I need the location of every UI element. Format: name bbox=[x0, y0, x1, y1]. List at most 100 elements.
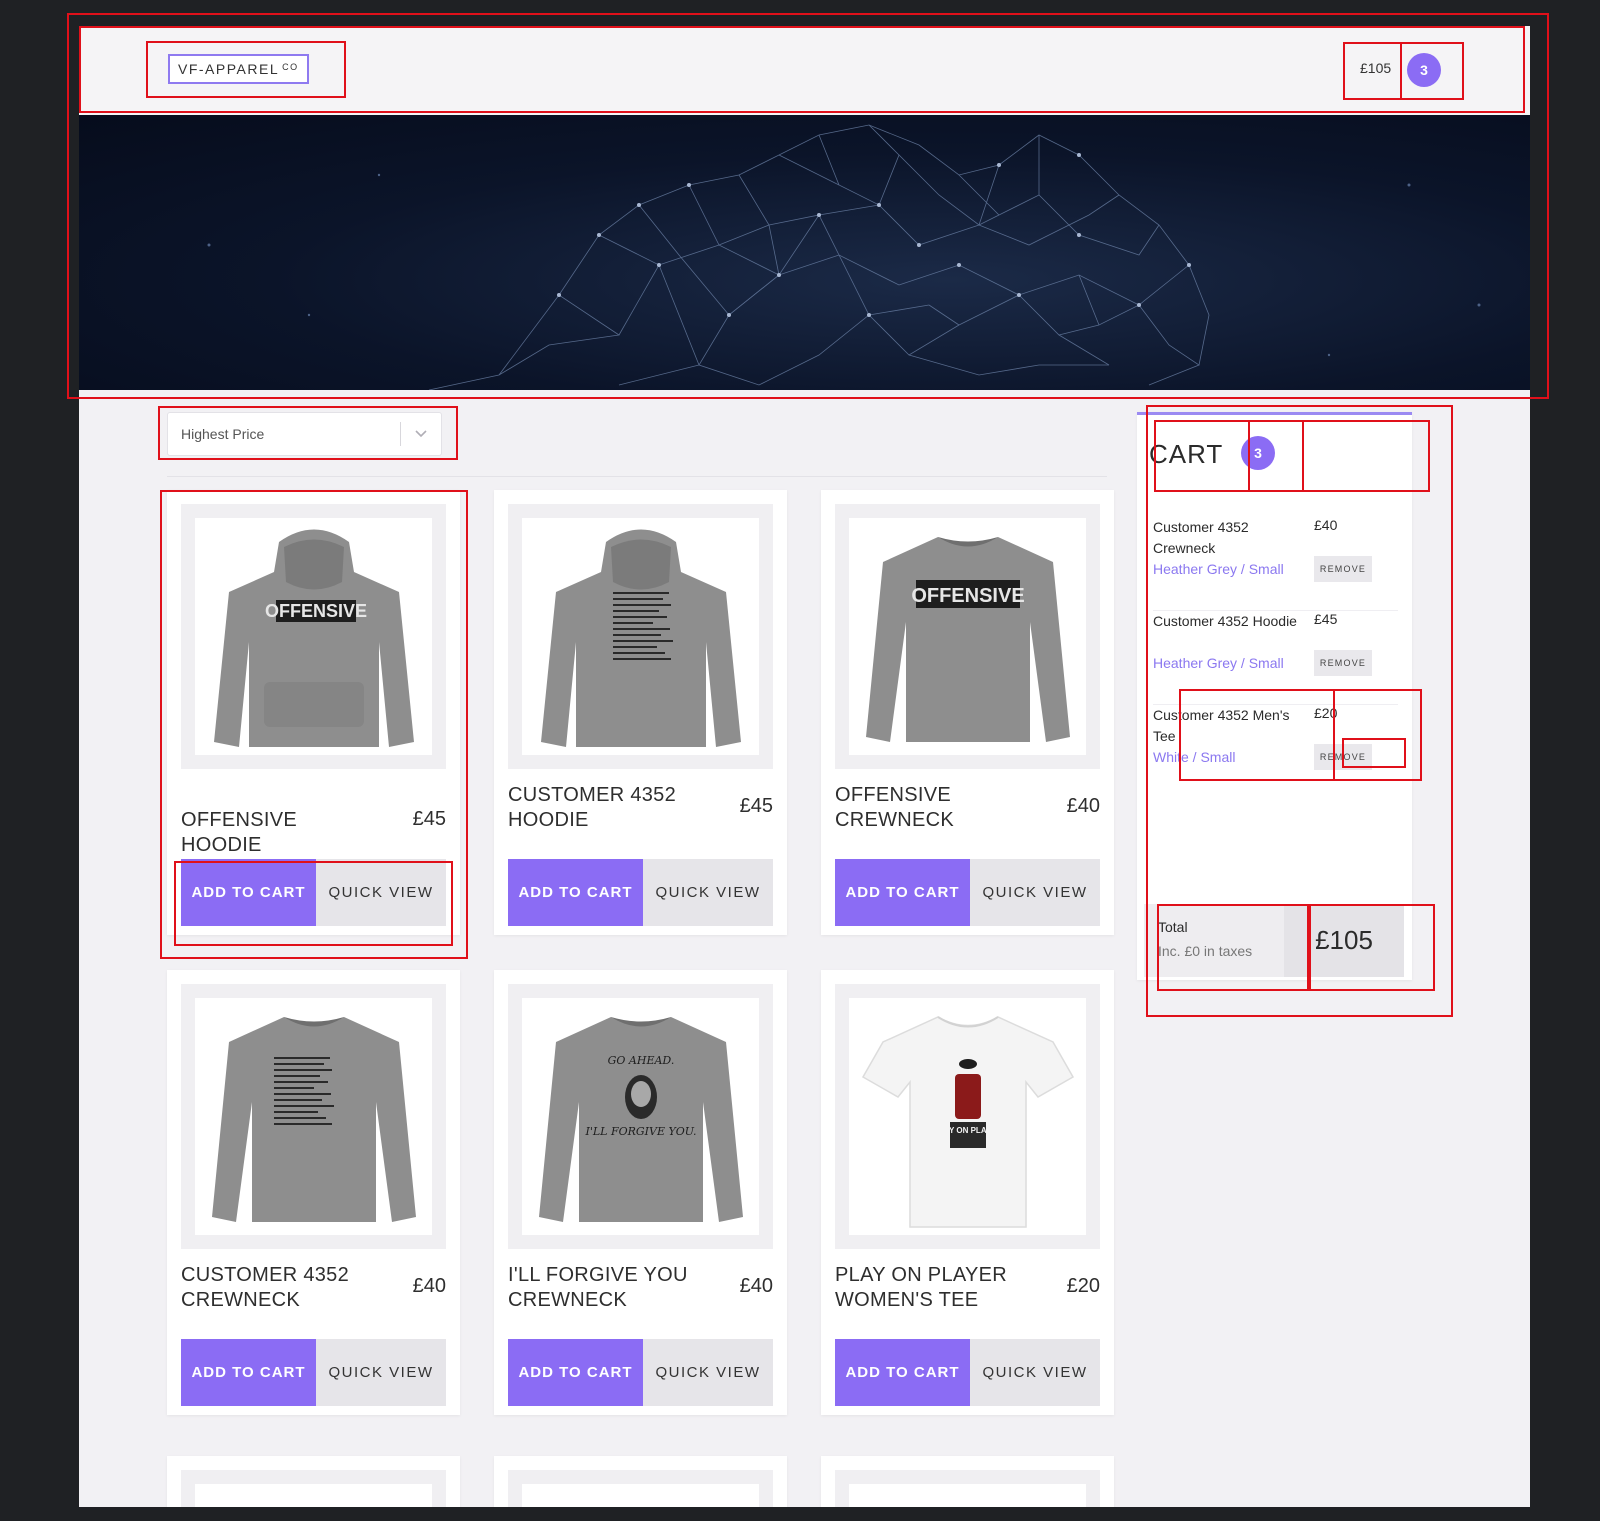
quick-view-button[interactable]: QUICK VIEW bbox=[643, 859, 773, 926]
product-price: £40 bbox=[739, 1275, 773, 1297]
product-image-frame bbox=[181, 984, 446, 1249]
product-image[interactable]: PLAY ON PLAYER bbox=[849, 998, 1086, 1235]
cart-title: CART bbox=[1149, 439, 1224, 469]
product-image-frame: OFFENSIVE bbox=[835, 504, 1100, 769]
quick-view-button[interactable]: QUICK VIEW bbox=[970, 1339, 1100, 1406]
product-image[interactable] bbox=[522, 1484, 759, 1507]
print-text-top: GO AHEAD. bbox=[607, 1054, 674, 1067]
product-title[interactable]: OFFENSIVE CREWNECK bbox=[835, 783, 1035, 833]
product-card bbox=[821, 1456, 1114, 1507]
remove-button[interactable]: REMOVE bbox=[1314, 650, 1372, 676]
logo-text: VF-APPAREL bbox=[178, 61, 280, 77]
print-text-bottom: I'LL FORGIVE YOU. bbox=[584, 1125, 696, 1138]
product-image[interactable] bbox=[522, 518, 759, 755]
chevron-down-icon[interactable] bbox=[401, 426, 441, 442]
cart-item-price: £20 bbox=[1314, 705, 1338, 721]
sort-select[interactable]: Highest Price bbox=[167, 412, 442, 456]
product-image[interactable] bbox=[849, 1484, 1086, 1507]
cart-count-badge: 3 bbox=[1241, 436, 1275, 470]
cart-item-name: Customer 4352 Men's Tee bbox=[1153, 707, 1290, 744]
product-card: CUSTOMER 4352 CREWNECK £40 ADD TO CART Q… bbox=[167, 970, 460, 1415]
product-actions: ADD TO CART QUICK VIEW bbox=[508, 859, 773, 926]
product-image[interactable]: OFFENSIVE bbox=[195, 518, 432, 755]
crewneck-image bbox=[211, 1016, 416, 1222]
add-to-cart-button[interactable]: ADD TO CART bbox=[508, 859, 643, 926]
header-cart-count-badge[interactable]: 3 bbox=[1407, 53, 1441, 87]
cart-item-variant: White / Small bbox=[1153, 749, 1236, 765]
cart-total-info: Total Inc. £0 in taxes bbox=[1144, 904, 1284, 977]
product-image[interactable] bbox=[195, 998, 432, 1235]
product-card bbox=[494, 1456, 787, 1507]
product-card: GO AHEAD. I'LL FORGIVE YOU. I'LL FORGIVE… bbox=[494, 970, 787, 1415]
cart-item-price: £45 bbox=[1314, 611, 1338, 627]
product-title[interactable]: I'LL FORGIVE YOU CREWNECK bbox=[508, 1263, 708, 1313]
quick-view-button[interactable]: QUICK VIEW bbox=[316, 1339, 446, 1406]
hero-banner bbox=[79, 115, 1530, 390]
product-image-frame bbox=[508, 1470, 773, 1507]
cart-total-value: £105 bbox=[1284, 904, 1404, 977]
product-title[interactable]: CUSTOMER 4352 HOODIE bbox=[508, 783, 708, 833]
product-price: £20 bbox=[1066, 1275, 1100, 1297]
storefront-page: VF-APPAREL CO £105 3 Highest Price OFFEN… bbox=[79, 26, 1530, 1507]
add-to-cart-button[interactable]: ADD TO CART bbox=[181, 1339, 316, 1406]
product-image-frame bbox=[181, 1470, 446, 1507]
product-actions: ADD TO CART QUICK VIEW bbox=[181, 859, 446, 926]
cart-item-variant: Heather Grey / Small bbox=[1153, 561, 1284, 577]
site-header: VF-APPAREL CO £105 3 bbox=[79, 26, 1530, 115]
cart-total: Total Inc. £0 in taxes £105 bbox=[1144, 904, 1404, 977]
product-title[interactable]: CUSTOMER 4352 CREWNECK bbox=[181, 1263, 381, 1313]
quick-view-button[interactable]: QUICK VIEW bbox=[316, 859, 446, 926]
product-image[interactable] bbox=[195, 1484, 432, 1507]
add-to-cart-button[interactable]: ADD TO CART bbox=[181, 859, 316, 926]
add-to-cart-button[interactable]: ADD TO CART bbox=[835, 859, 970, 926]
add-to-cart-button[interactable]: ADD TO CART bbox=[508, 1339, 643, 1406]
quick-view-button[interactable]: QUICK VIEW bbox=[970, 859, 1100, 926]
product-image-frame: GO AHEAD. I'LL FORGIVE YOU. bbox=[508, 984, 773, 1249]
product-image[interactable]: GO AHEAD. I'LL FORGIVE YOU. bbox=[522, 998, 759, 1235]
product-card: OFFENSIVE OFFENSIVE HOODIE £45 ADD TO CA… bbox=[167, 490, 460, 935]
cart-item-name: Customer 4352 Hoodie bbox=[1153, 613, 1297, 629]
product-actions: ADD TO CART QUICK VIEW bbox=[835, 859, 1100, 926]
product-card: CUSTOMER 4352 HOODIE £45 ADD TO CART QUI… bbox=[494, 490, 787, 935]
tee-image: PLAY ON PLAYER bbox=[861, 1015, 1074, 1228]
product-image-frame bbox=[835, 1470, 1100, 1507]
network-globe-graphic bbox=[207, 124, 1481, 390]
crewneck-image: GO AHEAD. I'LL FORGIVE YOU. bbox=[538, 1016, 743, 1222]
crewneck-image: OFFENSIVE bbox=[865, 536, 1070, 742]
product-actions: ADD TO CART QUICK VIEW bbox=[508, 1339, 773, 1406]
product-price: £40 bbox=[412, 1275, 446, 1297]
hoodie-image: OFFENSIVE bbox=[213, 529, 414, 747]
add-to-cart-button[interactable]: ADD TO CART bbox=[835, 1339, 970, 1406]
cart-panel: CART 3 Customer 4352 Crewneck £40 Heathe… bbox=[1137, 412, 1412, 980]
sort-selected-value: Highest Price bbox=[181, 426, 265, 442]
cart-item: Customer 4352 Crewneck £40 Heather Grey … bbox=[1153, 517, 1398, 611]
product-price: £40 bbox=[1066, 795, 1100, 817]
product-price: £45 bbox=[412, 808, 446, 830]
product-title[interactable]: OFFENSIVE HOODIE bbox=[181, 808, 381, 858]
cart-item-name: Customer 4352 Crewneck bbox=[1153, 519, 1249, 556]
print-text: OFFENSIVE bbox=[911, 585, 1024, 607]
product-card: PLAY ON PLAYER PLAY ON PLAYER WOMEN'S TE… bbox=[821, 970, 1114, 1415]
sort-divider bbox=[167, 476, 1107, 477]
product-image[interactable]: OFFENSIVE bbox=[849, 518, 1086, 755]
cart-item: Customer 4352 Hoodie £45 Heather Grey / … bbox=[1153, 611, 1398, 705]
cart-tax-note: Inc. £0 in taxes bbox=[1158, 943, 1253, 959]
product-actions: ADD TO CART QUICK VIEW bbox=[835, 1339, 1100, 1406]
cart-item-variant: Heather Grey / Small bbox=[1153, 655, 1284, 671]
remove-button[interactable]: REMOVE bbox=[1314, 556, 1372, 582]
product-price: £45 bbox=[739, 795, 773, 817]
product-image-frame: PLAY ON PLAYER bbox=[835, 984, 1100, 1249]
logo-sup: CO bbox=[282, 62, 299, 72]
cart-total-label: Total bbox=[1158, 919, 1188, 935]
product-image-frame bbox=[508, 504, 773, 769]
cart-item-price: £40 bbox=[1314, 517, 1338, 533]
brand-logo[interactable]: VF-APPAREL CO bbox=[168, 54, 309, 84]
quick-view-button[interactable]: QUICK VIEW bbox=[643, 1339, 773, 1406]
header-cart-total[interactable]: £105 bbox=[1360, 60, 1391, 76]
product-title[interactable]: PLAY ON PLAYER WOMEN'S TEE bbox=[835, 1263, 1035, 1313]
product-image-frame: OFFENSIVE bbox=[181, 504, 446, 769]
product-card bbox=[167, 1456, 460, 1507]
product-card: OFFENSIVE OFFENSIVE CREWNECK £40 ADD TO … bbox=[821, 490, 1114, 935]
cart-item: Customer 4352 Men's Tee £20 White / Smal… bbox=[1153, 705, 1398, 799]
remove-button[interactable]: REMOVE bbox=[1314, 744, 1372, 770]
